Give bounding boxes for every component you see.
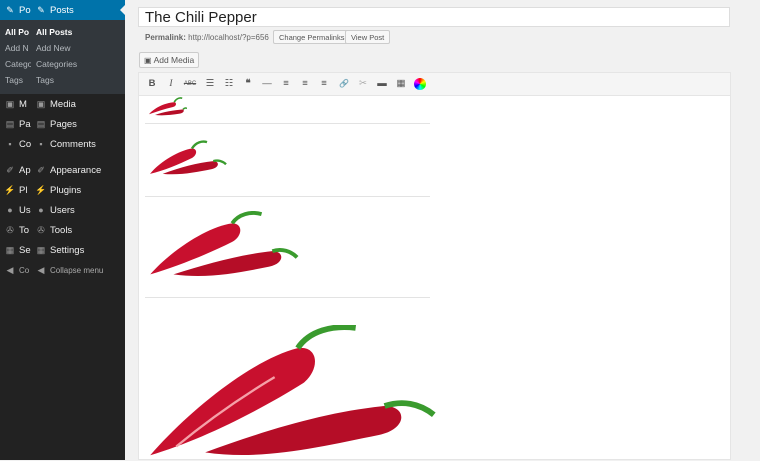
pages-icon: ▤: [36, 119, 46, 129]
permalink-label: Permalink:: [145, 33, 186, 42]
editor-content[interactable]: [139, 95, 730, 459]
collapse-icon: ◀: [37, 265, 45, 275]
media-icon: ▣: [36, 99, 46, 109]
menu-item-appearance-collapsed[interactable]: ✐ Ap: [0, 160, 31, 180]
submenu-add-new[interactable]: Add New: [31, 40, 125, 56]
menu-item-appearance[interactable]: ✐ Appearance: [31, 160, 125, 180]
menu-item-media[interactable]: ▣ Media: [31, 94, 125, 114]
appearance-icon: ✐: [6, 165, 14, 175]
pin-icon: ✎: [6, 5, 14, 15]
numbered-list-button[interactable]: ☷: [221, 76, 237, 92]
change-permalinks-button[interactable]: Change Permalinks: [273, 30, 351, 44]
permalink-url[interactable]: http://localhost/?p=656: [188, 33, 269, 42]
menu-item-plugins[interactable]: ⚡ Plugins: [31, 180, 125, 200]
horizontal-line-button[interactable]: —: [259, 76, 275, 92]
collapse-menu-button[interactable]: ◀ Collapse menu: [31, 260, 125, 280]
toolbar-toggle-button[interactable]: ▦: [393, 76, 409, 92]
submenu-posts: All Posts Add New Categories Tags: [31, 20, 125, 94]
menu-item-pages[interactable]: ▤ Pages: [31, 114, 125, 134]
menu-item-comments-collapsed[interactable]: ▪ Co: [0, 134, 31, 154]
chili-pepper-image-xlarge[interactable]: [147, 325, 437, 461]
menu-item-users[interactable]: ● Users: [31, 200, 125, 220]
settings-icon: ▦: [36, 245, 46, 255]
chili-pepper-image-large[interactable]: [148, 211, 304, 279]
add-media-button[interactable]: ▣ Add Media: [139, 52, 200, 68]
appearance-icon: ✐: [37, 165, 45, 175]
view-post-button[interactable]: View Post: [345, 30, 391, 44]
unlink-button[interactable]: ✂: [355, 76, 371, 92]
collapse-icon: ◀: [6, 265, 14, 275]
menu-item-comments[interactable]: ▪ Comments: [31, 134, 125, 154]
menu-item-collapse-collapsed[interactable]: ◀ Co: [0, 260, 31, 280]
current-arrow-icon: [120, 5, 125, 15]
align-left-button[interactable]: ≡: [278, 76, 294, 92]
comments-icon: ▪: [39, 139, 43, 149]
plugins-icon: ⚡: [35, 185, 47, 195]
post-editor[interactable]: B I ABC ☰ ☷ ❝ — ≡ ≡ ≡ 🔗 ✂ ▬ ▦: [138, 72, 731, 460]
menu-item-tools[interactable]: ✇ Tools: [31, 220, 125, 240]
menu-item-plugins-collapsed[interactable]: ⚡ Pl: [0, 180, 31, 200]
menu-item-posts-collapsed[interactable]: ✎ Po: [0, 0, 31, 20]
submenu-tags[interactable]: Tags: [31, 72, 125, 88]
submenu-add-new-collapsed[interactable]: Add N: [0, 40, 31, 56]
admin-menu: ✎ Posts All Posts Add New Categories Tags…: [31, 0, 125, 460]
menu-item-media-collapsed[interactable]: ▣ M: [0, 94, 31, 114]
bullet-list-button[interactable]: ☰: [202, 76, 218, 92]
menu-item-settings-collapsed[interactable]: ▦ Se: [0, 240, 31, 260]
tools-icon: ✇: [6, 225, 14, 235]
editor-toolbar: B I ABC ☰ ☷ ❝ — ≡ ≡ ≡ 🔗 ✂ ▬ ▦: [139, 73, 730, 96]
read-more-button[interactable]: ▬: [374, 76, 390, 92]
pages-icon: ▤: [5, 119, 15, 129]
comments-icon: ▪: [8, 139, 12, 149]
chili-pepper-image-medium[interactable]: [148, 139, 228, 177]
users-icon: ●: [38, 205, 44, 215]
submenu-posts-collapsed: All Po Add N Catego Tags: [0, 20, 31, 94]
blockquote-button[interactable]: ❝: [240, 76, 256, 92]
align-center-button[interactable]: ≡: [297, 76, 313, 92]
admin-menu-collapsed: ✎ Po All Po Add N Catego Tags ▣ M ▤ Pa ▪ Co …: [0, 0, 31, 460]
permalink-row: Permalink: http://localhost/?p=656: [145, 32, 269, 44]
submenu-categories[interactable]: Categories: [31, 56, 125, 72]
post-title-input[interactable]: The Chili Pepper: [138, 7, 730, 27]
strikethrough-button[interactable]: ABC: [182, 76, 198, 92]
menu-item-tools-collapsed[interactable]: ✇ To: [0, 220, 31, 240]
link-button[interactable]: 🔗: [336, 76, 352, 92]
menu-item-pages-collapsed[interactable]: ▤ Pa: [0, 114, 31, 134]
submenu-tags-collapsed[interactable]: Tags: [0, 72, 31, 88]
submenu-all-posts-collapsed[interactable]: All Po: [0, 24, 31, 40]
italic-button[interactable]: I: [163, 76, 179, 92]
chili-pepper-image-small[interactable]: [147, 95, 187, 117]
bold-button[interactable]: B: [144, 76, 160, 92]
submenu-categories-collapsed[interactable]: Catego: [0, 56, 31, 72]
menu-item-posts[interactable]: ✎ Posts: [31, 0, 125, 20]
pin-icon: ✎: [37, 5, 45, 15]
color-wheel-icon[interactable]: [414, 78, 426, 90]
menu-item-settings[interactable]: ▦ Settings: [31, 240, 125, 260]
media-icon: ▣: [5, 99, 15, 109]
align-right-button[interactable]: ≡: [316, 76, 332, 92]
menu-item-users-collapsed[interactable]: ● Us: [0, 200, 31, 220]
tools-icon: ✇: [37, 225, 45, 235]
media-icon: ▣: [144, 56, 152, 65]
settings-icon: ▦: [5, 245, 15, 255]
submenu-all-posts[interactable]: All Posts: [31, 24, 125, 40]
plugins-icon: ⚡: [4, 185, 16, 195]
users-icon: ●: [7, 205, 13, 215]
